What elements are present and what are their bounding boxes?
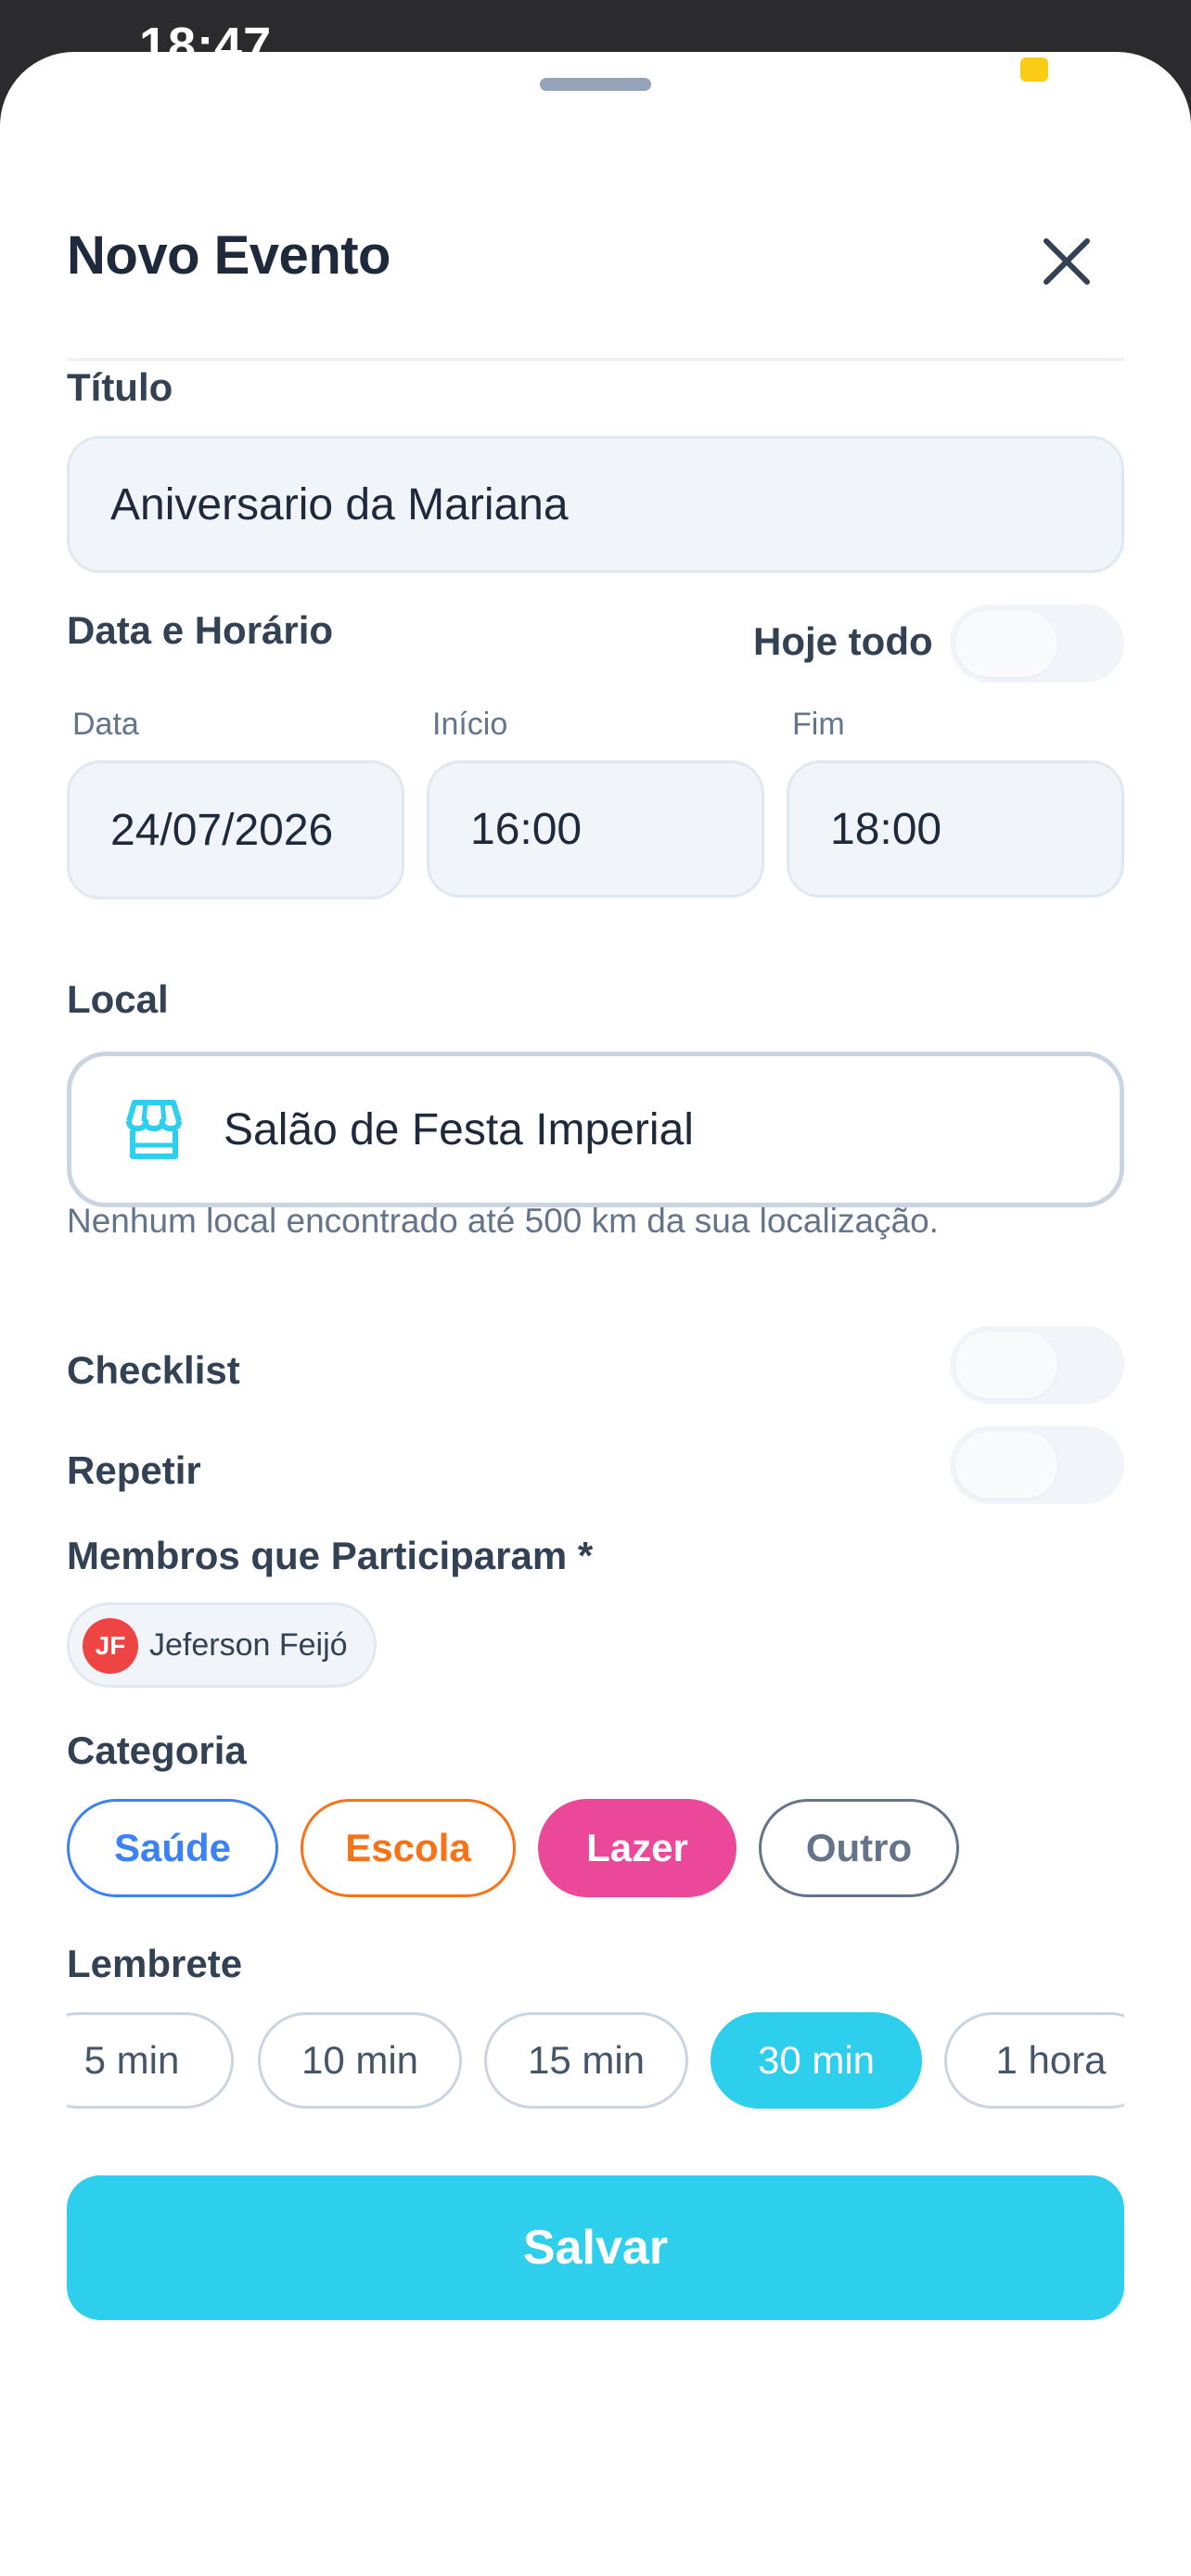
member-chip[interactable]: JF Jeferson Feijó xyxy=(67,1602,377,1688)
end-label: Fim xyxy=(792,707,845,742)
toggle-knob xyxy=(955,610,1057,677)
datetime-label: Data e Horário xyxy=(67,608,334,652)
close-button[interactable] xyxy=(1030,224,1104,299)
member-name: Jeferson Feijó xyxy=(149,1627,348,1663)
header-divider xyxy=(67,358,1124,361)
local-field[interactable]: Salão de Festa Imperial xyxy=(67,1052,1124,1207)
reminder-10min[interactable]: 10 min xyxy=(258,2012,462,2109)
status-bar: 18:47 xyxy=(0,0,1191,56)
reminder-5min[interactable]: 5 min xyxy=(67,2012,234,2109)
start-time-value: 16:00 xyxy=(470,804,583,854)
category-escola[interactable]: Escola xyxy=(301,1799,516,1897)
storefront-icon xyxy=(126,1100,182,1159)
new-event-sheet: Novo Evento Título Aniversario da Marian… xyxy=(0,52,1191,2576)
toggle-knob xyxy=(955,1432,1057,1498)
reminder-30min[interactable]: 30 min xyxy=(711,2012,922,2109)
date-value: 24/07/2026 xyxy=(110,805,334,855)
start-time-field[interactable]: 16:00 xyxy=(427,760,764,898)
category-saude[interactable]: Saúde xyxy=(67,1799,278,1897)
status-indicator-dot xyxy=(1020,57,1048,82)
reminder-options: 5 min 10 min 15 min 30 min 1 hora xyxy=(67,2012,1124,2111)
title-input-value: Aniversario da Mariana xyxy=(110,479,569,529)
page-title: Novo Evento xyxy=(67,225,391,286)
close-icon xyxy=(1044,238,1090,285)
checklist-label: Checklist xyxy=(67,1348,240,1392)
local-label: Local xyxy=(67,977,169,1021)
category-label: Categoria xyxy=(67,1728,247,1772)
reminder-1hora[interactable]: 1 hora xyxy=(944,2012,1124,2109)
save-button[interactable]: Salvar xyxy=(67,2175,1124,2320)
reminder-label: Lembrete xyxy=(67,1942,243,1985)
title-input[interactable]: Aniversario da Mariana xyxy=(67,436,1124,573)
repeat-toggle[interactable] xyxy=(950,1426,1124,1504)
members-label: Membros que Participaram * xyxy=(67,1534,594,1577)
local-hint: Nenhum local encontrado até 500 km da su… xyxy=(67,1202,939,1240)
checklist-toggle[interactable] xyxy=(950,1326,1124,1404)
all-day-label: Hoje todo xyxy=(753,619,933,663)
start-label: Início xyxy=(432,707,508,742)
end-time-value: 18:00 xyxy=(830,804,942,854)
date-label: Data xyxy=(72,707,139,742)
date-field[interactable]: 24/07/2026 xyxy=(67,760,404,899)
category-outro[interactable]: Outro xyxy=(759,1799,959,1897)
reminder-15min[interactable]: 15 min xyxy=(484,2012,688,2109)
title-label: Título xyxy=(67,365,173,409)
sheet-grabber[interactable] xyxy=(540,78,651,91)
category-lazer[interactable]: Lazer xyxy=(538,1799,736,1897)
all-day-toggle[interactable] xyxy=(950,605,1124,682)
avatar: JF xyxy=(83,1618,138,1674)
repeat-label: Repetir xyxy=(67,1448,201,1492)
local-value: Salão de Festa Imperial xyxy=(224,1105,694,1154)
end-time-field[interactable]: 18:00 xyxy=(787,760,1124,898)
status-time: 18:47 xyxy=(139,18,273,52)
toggle-knob xyxy=(955,1332,1057,1398)
